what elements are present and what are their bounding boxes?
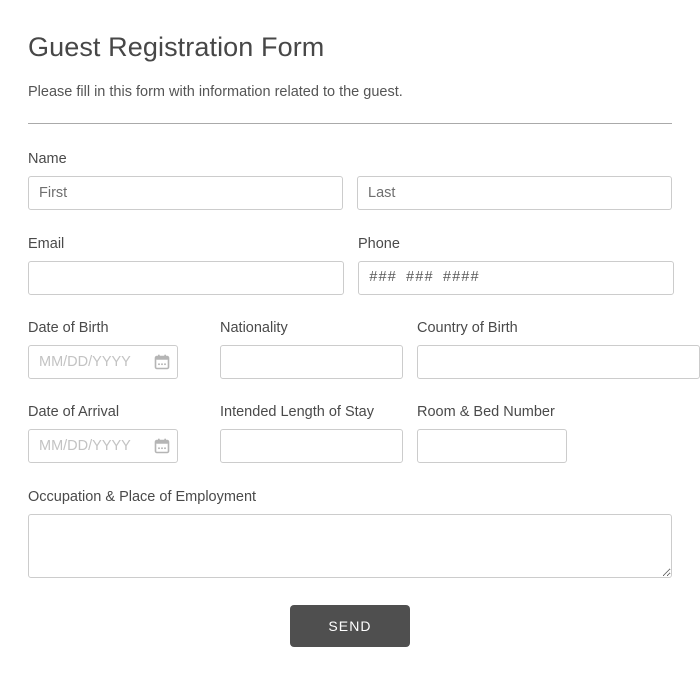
name-label: Name — [28, 151, 67, 167]
calendar-icon[interactable] — [154, 438, 170, 454]
email-field-group: Email — [28, 235, 344, 295]
contact-row: Email Phone — [28, 235, 674, 295]
nationality-group: Nationality — [220, 319, 403, 379]
stay-info-row: Date of Arrival Intended Lengt — [28, 403, 672, 463]
country-of-birth-input[interactable] — [417, 345, 700, 379]
nationality-input[interactable] — [220, 345, 403, 379]
date-of-arrival-group: Date of Arrival — [28, 403, 178, 463]
first-name-input[interactable] — [28, 176, 343, 210]
phone-label: Phone — [358, 236, 400, 252]
occupation-label: Occupation & Place of Employment — [28, 489, 257, 505]
header-divider — [28, 123, 672, 124]
country-of-birth-label: Country of Birth — [417, 320, 518, 336]
occupation-group: Occupation & Place of Employment — [28, 488, 672, 578]
phone-input[interactable] — [358, 261, 674, 295]
intended-length-of-stay-label: Intended Length of Stay — [220, 404, 374, 420]
country-of-birth-group: Country of Birth — [417, 319, 700, 379]
page-subtitle: Please fill in this form with informatio… — [28, 84, 403, 100]
name-row — [28, 176, 672, 210]
date-of-birth-label: Date of Birth — [28, 320, 109, 336]
birth-info-row: Date of Birth Nationality — [28, 319, 700, 379]
name-field-group: Name — [28, 150, 672, 210]
nationality-label: Nationality — [220, 320, 288, 336]
calendar-icon[interactable] — [154, 354, 170, 370]
date-of-arrival-label: Date of Arrival — [28, 404, 120, 420]
room-and-bed-number-label: Room & Bed Number — [417, 404, 555, 420]
phone-field-group: Phone — [358, 235, 674, 295]
room-and-bed-number-group: Room & Bed Number — [417, 403, 567, 463]
occupation-textarea[interactable] — [28, 514, 672, 578]
guest-registration-page: Guest Registration Form Please fill in t… — [0, 0, 700, 680]
date-of-arrival-wrapper — [28, 429, 178, 463]
email-input[interactable] — [28, 261, 344, 295]
send-button[interactable]: SEND — [290, 605, 410, 647]
email-label: Email — [28, 236, 65, 252]
date-of-birth-wrapper — [28, 345, 178, 379]
date-of-birth-group: Date of Birth — [28, 319, 178, 379]
intended-length-of-stay-group: Intended Length of Stay — [220, 403, 403, 463]
submit-row: SEND — [28, 605, 672, 647]
page-title: Guest Registration Form — [28, 32, 325, 62]
last-name-input[interactable] — [357, 176, 672, 210]
intended-length-of-stay-input[interactable] — [220, 429, 403, 463]
room-and-bed-number-input[interactable] — [417, 429, 567, 463]
